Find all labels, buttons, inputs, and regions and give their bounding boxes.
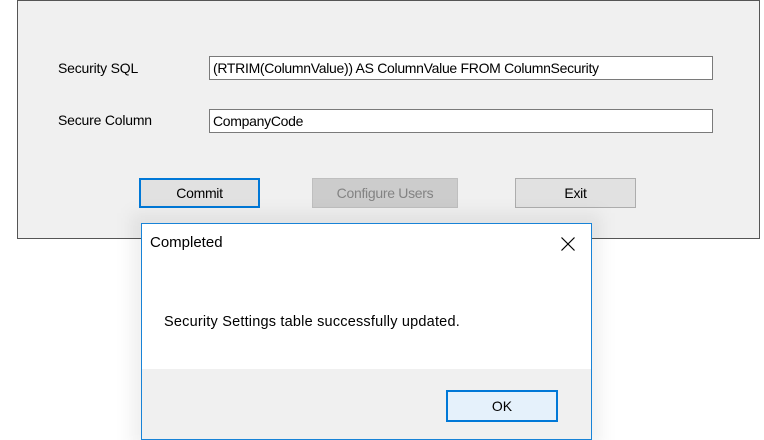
dialog-title: Completed	[150, 234, 223, 251]
dialog-message: Security Settings table successfully upd…	[164, 314, 460, 330]
security-settings-form: Security SQL (RTRIM(ColumnValue)) AS Col…	[17, 0, 760, 239]
dialog-close-button[interactable]	[545, 224, 591, 264]
security-sql-label: Security SQL	[58, 60, 139, 76]
screen: Security SQL (RTRIM(ColumnValue)) AS Col…	[0, 0, 764, 440]
secure-column-input[interactable]: CompanyCode	[209, 109, 713, 133]
close-icon	[561, 237, 575, 251]
configure-users-button[interactable]: Configure Users	[312, 178, 458, 208]
dialog-footer: OK	[142, 369, 591, 439]
completed-dialog: Completed Security Settings table succes…	[141, 223, 592, 440]
exit-button[interactable]: Exit	[515, 178, 636, 208]
form-window-top-border	[17, 0, 760, 1]
ok-button[interactable]: OK	[446, 390, 558, 422]
security-sql-input[interactable]: (RTRIM(ColumnValue)) AS ColumnValue FROM…	[209, 56, 713, 80]
commit-button[interactable]: Commit	[139, 178, 260, 208]
secure-column-label: Secure Column	[58, 112, 152, 128]
